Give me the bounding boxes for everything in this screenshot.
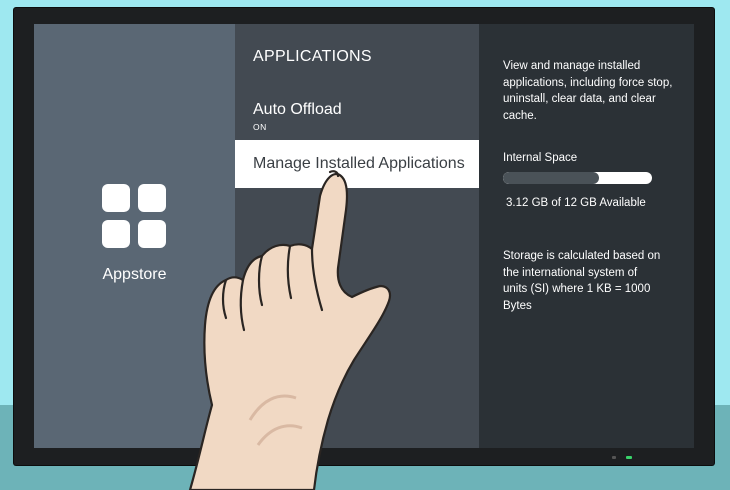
section-title: APPLICATIONS: [253, 48, 372, 65]
power-led: [626, 456, 632, 459]
app-panel: Appstore: [34, 24, 235, 448]
storage-bar-fill: [503, 172, 600, 184]
internal-space-label: Internal Space: [503, 152, 578, 164]
menu-item-auto-offload[interactable]: Auto Offload: [253, 101, 342, 119]
storage-bar: [503, 172, 652, 184]
info-description: View and manage installed applications, …: [503, 60, 673, 123]
tv-sensor: [612, 456, 616, 459]
tv-screen: Appstore APPLICATIONS Auto Offload ON Ma…: [34, 24, 694, 448]
info-panel: View and manage installed applications, …: [479, 24, 694, 448]
tv-frame: Appstore APPLICATIONS Auto Offload ON Ma…: [14, 8, 714, 465]
storage-available-text: 3.12 GB of 12 GB Available: [506, 197, 646, 209]
menu-item-label: Manage Installed Applications: [253, 155, 465, 172]
menu-item-manage-installed-applications[interactable]: Manage Installed Applications: [235, 140, 479, 188]
grid-apps-icon[interactable]: [102, 184, 166, 248]
settings-menu: APPLICATIONS Auto Offload ON Manage Inst…: [235, 24, 479, 448]
app-label: Appstore: [102, 266, 167, 283]
auto-offload-status: ON: [253, 122, 267, 132]
storage-note: Storage is calculated based on the inter…: [503, 250, 661, 313]
